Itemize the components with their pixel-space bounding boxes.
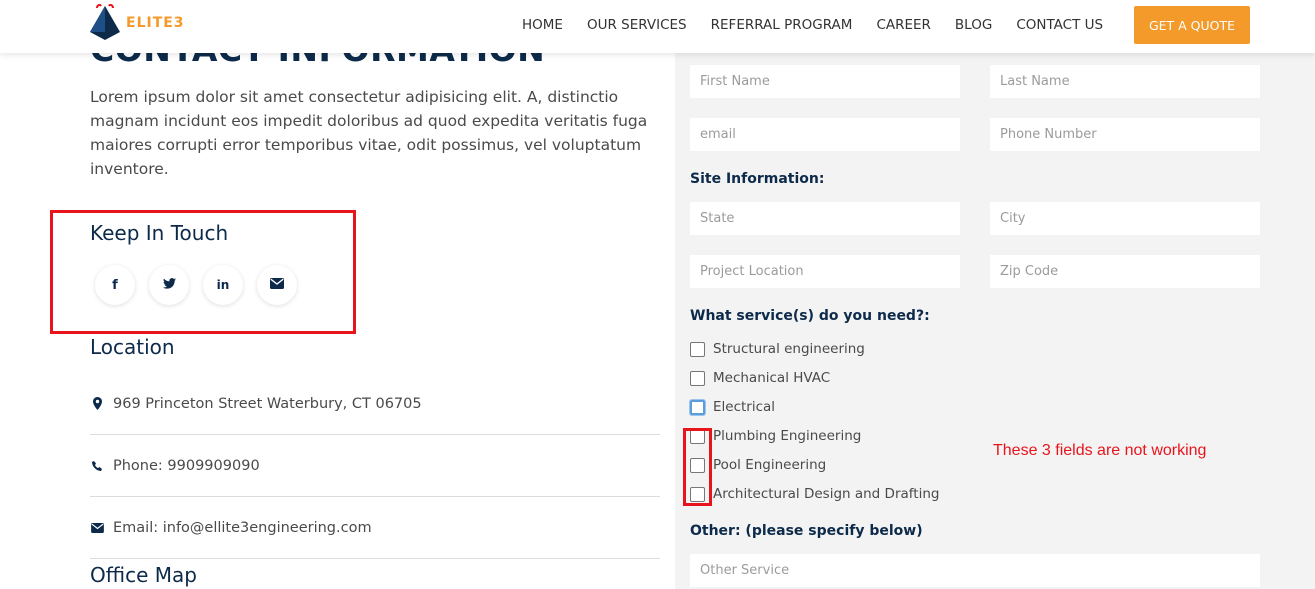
nav-our-services[interactable]: OUR SERVICES <box>587 17 687 33</box>
email-input[interactable] <box>690 118 960 151</box>
service-checkbox-row[interactable]: Plumbing Engineering <box>690 428 861 444</box>
linkedin-icon: in <box>216 278 230 292</box>
other-label: Other: (please specify below) <box>690 523 923 539</box>
services-label: What service(s) do you need?: <box>690 308 930 324</box>
service-label: Architectural Design and Drafting <box>713 486 940 502</box>
service-label: Structural engineering <box>713 341 865 357</box>
plumbing-checkbox[interactable] <box>690 428 705 444</box>
service-checkbox-row[interactable]: Mechanical HVAC <box>690 370 830 386</box>
mechanical-checkbox[interactable] <box>690 370 705 386</box>
service-checkbox-row[interactable]: Architectural Design and Drafting <box>690 486 939 502</box>
phone-row: Phone: 9909909090 <box>90 435 660 497</box>
phone-input[interactable] <box>990 118 1260 151</box>
structural-checkbox[interactable] <box>690 341 705 357</box>
site-info-label: Site Information: <box>690 171 825 187</box>
main-nav: HOME OUR SERVICES REFERRAL PROGRAM CAREE… <box>510 0 1115 50</box>
nav-career[interactable]: CAREER <box>876 17 930 33</box>
service-checkbox-row[interactable]: Pool Engineering <box>690 457 826 473</box>
quote-form: Site Information: What service(s) do you… <box>675 0 1315 589</box>
service-checkbox-row[interactable]: Structural engineering <box>690 341 865 357</box>
envelope-icon <box>90 522 104 533</box>
pool-checkbox[interactable] <box>690 457 705 473</box>
keep-in-touch-title: Keep In Touch <box>90 221 229 245</box>
phone-text: Phone: 9909909090 <box>113 457 260 474</box>
service-label: Electrical <box>713 399 776 415</box>
service-label: Plumbing Engineering <box>713 428 862 444</box>
last-name-input[interactable] <box>990 65 1260 98</box>
logo-pyramid-icon <box>90 4 120 40</box>
logo[interactable]: ELITE3 <box>88 4 185 42</box>
address-text: 969 Princeton Street Waterbury, CT 06705 <box>113 395 422 412</box>
city-input[interactable] <box>990 202 1260 235</box>
linkedin-button[interactable]: in <box>203 265 243 305</box>
project-location-input[interactable] <box>690 255 960 288</box>
service-checkbox-row[interactable]: Electrical <box>690 399 775 415</box>
twitter-icon <box>162 277 176 293</box>
envelope-icon <box>270 277 284 293</box>
annotation-text: These 3 fields are not working <box>993 442 1207 459</box>
first-name-input[interactable] <box>690 65 960 98</box>
state-input[interactable] <box>690 202 960 235</box>
address-row: 969 Princeton Street Waterbury, CT 06705 <box>90 373 660 435</box>
architectural-checkbox[interactable] <box>690 486 705 502</box>
email-button[interactable] <box>257 265 297 305</box>
intro-paragraph: Lorem ipsum dolor sit amet consectetur a… <box>90 88 648 178</box>
other-service-input[interactable] <box>690 554 1260 587</box>
phone-icon <box>90 460 104 472</box>
electrical-checkbox[interactable] <box>690 399 705 415</box>
logo-text: ELITE3 <box>126 15 185 31</box>
facebook-icon: f <box>112 277 118 293</box>
facebook-button[interactable]: f <box>95 265 135 305</box>
email-row: Email: info@ellite3engineering.com <box>90 497 660 559</box>
nav-home[interactable]: HOME <box>522 17 563 33</box>
nav-contact-us[interactable]: CONTACT US <box>1016 17 1103 33</box>
service-label: Pool Engineering <box>713 457 827 473</box>
office-map-title: Office Map <box>90 563 197 587</box>
service-label: Mechanical HVAC <box>713 370 831 386</box>
map-marker-icon <box>90 397 104 410</box>
get-a-quote-button[interactable]: GET A QUOTE <box>1134 6 1250 44</box>
email-text: Email: info@ellite3engineering.com <box>113 519 372 536</box>
nav-referral-program[interactable]: REFERRAL PROGRAM <box>711 17 853 33</box>
nav-blog[interactable]: BLOG <box>955 17 992 33</box>
location-title: Location <box>90 335 175 359</box>
zip-code-input[interactable] <box>990 255 1260 288</box>
social-links: f in <box>95 265 297 305</box>
twitter-button[interactable] <box>149 265 189 305</box>
site-header: ELITE3 HOME OUR SERVICES REFERRAL PROGRA… <box>0 0 1315 53</box>
contact-info-panel: CONTACT INFORMATION Lorem ipsum dolor si… <box>0 0 675 589</box>
